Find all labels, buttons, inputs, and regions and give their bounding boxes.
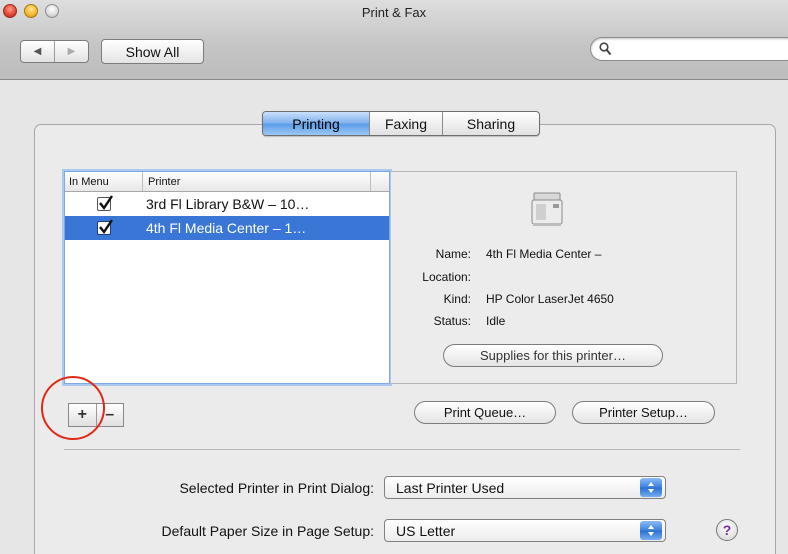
selected-printer-label: Selected Printer in Print Dialog:: [179, 480, 374, 496]
annotation-circle: [41, 376, 105, 440]
kind-label: Kind:: [443, 292, 471, 306]
popup-arrows-icon: [640, 521, 662, 540]
window-toolbar: Print & Fax ◀ ▶ Show All: [0, 0, 788, 80]
in-menu-checkbox[interactable]: [97, 195, 113, 211]
paper-size-value: US Letter: [396, 522, 456, 539]
show-all-button[interactable]: Show All: [101, 39, 204, 64]
forward-button[interactable]: ▶: [54, 41, 88, 62]
checkmark-icon: [99, 195, 113, 211]
status-label: Status:: [433, 314, 471, 328]
help-button[interactable]: ?: [716, 519, 738, 541]
selected-printer-value: Last Printer Used: [396, 479, 505, 496]
search-icon: [599, 42, 612, 59]
back-button[interactable]: ◀: [21, 41, 54, 62]
in-menu-checkbox[interactable]: [97, 219, 113, 235]
paper-size-popup[interactable]: US Letter: [384, 519, 666, 542]
printer-name: 3rd Fl Library B&W – 10…: [146, 196, 310, 212]
printer-icon: [529, 190, 565, 231]
separator: [64, 449, 740, 450]
tab-bar: Printing Faxing Sharing: [262, 111, 540, 136]
printer-setup-button[interactable]: Printer Setup…: [572, 401, 715, 424]
tab-faxing[interactable]: Faxing: [369, 112, 442, 135]
forward-arrow-icon: ▶: [67, 46, 76, 57]
back-arrow-icon: ◀: [33, 46, 42, 57]
kind-value: HP Color LaserJet 4650: [486, 292, 614, 306]
back-forward-control[interactable]: ◀ ▶: [20, 40, 89, 63]
tab-printing[interactable]: Printing: [263, 112, 369, 135]
printer-list[interactable]: In Menu Printer 3rd Fl Library B&W – 10……: [64, 171, 390, 384]
search-field[interactable]: [590, 37, 788, 61]
selected-printer-popup[interactable]: Last Printer Used: [384, 476, 666, 499]
column-header-in-menu[interactable]: In Menu: [65, 172, 143, 191]
popup-arrows-icon: [640, 478, 662, 497]
printer-details: Name: 4th Fl Media Center – Location: Ki…: [391, 171, 737, 384]
tab-sharing[interactable]: Sharing: [442, 112, 539, 135]
printer-name: 4th Fl Media Center – 1…: [146, 220, 307, 236]
name-label: Name:: [435, 247, 471, 261]
location-label: Location:: [422, 270, 471, 284]
column-header-printer[interactable]: Printer: [143, 172, 371, 191]
checkmark-icon: [99, 219, 113, 235]
paper-size-label: Default Paper Size in Page Setup:: [161, 523, 374, 539]
window-title: Print & Fax: [361, 5, 427, 20]
help-icon: ?: [722, 522, 732, 538]
printer-row[interactable]: 3rd Fl Library B&W – 10…: [65, 192, 389, 216]
printer-list-header: In Menu Printer: [65, 172, 389, 192]
name-value: 4th Fl Media Center –: [486, 247, 602, 261]
status-value: Idle: [486, 314, 506, 328]
supplies-button[interactable]: Supplies for this printer…: [443, 344, 663, 367]
print-queue-button[interactable]: Print Queue…: [414, 401, 556, 424]
printer-row-selected[interactable]: 4th Fl Media Center – 1…: [65, 216, 389, 240]
